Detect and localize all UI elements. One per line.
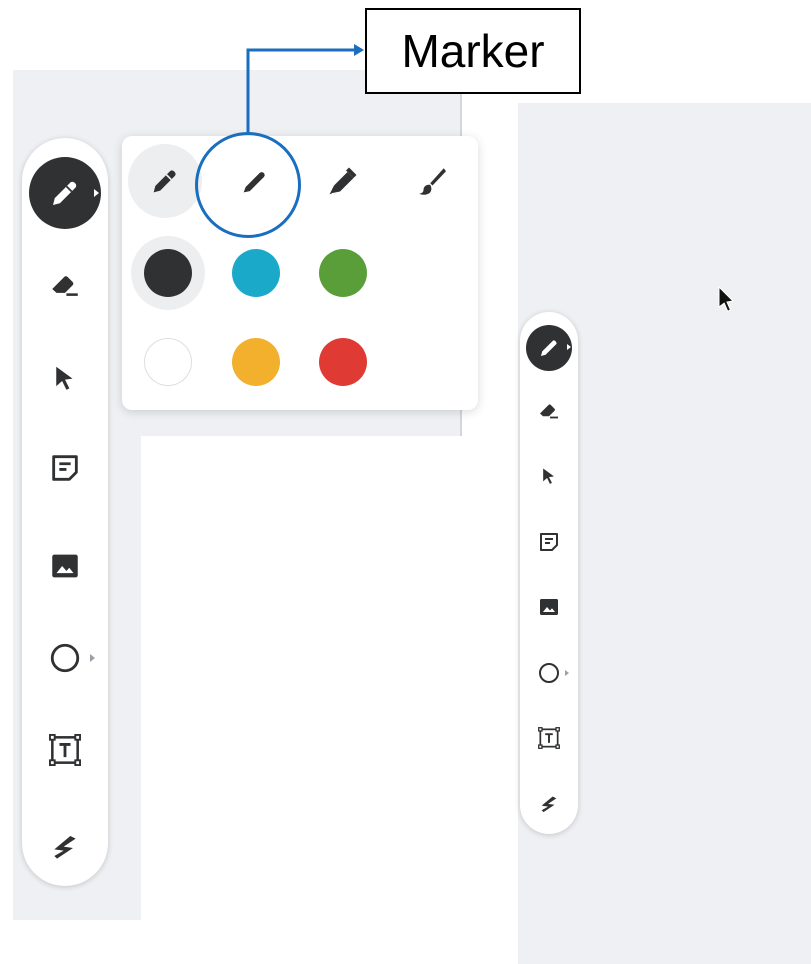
pen-icon [526,325,572,371]
sticky-note-icon [540,533,558,551]
select-tool-button[interactable] [520,456,578,496]
text-box-icon [538,727,560,749]
image-icon [540,599,558,615]
eraser-icon [540,404,558,419]
pen-tool-button[interactable] [520,322,578,374]
submenu-caret-icon [567,344,571,350]
callout-arrow [246,44,364,132]
submenu-caret-icon [565,670,569,676]
shape-tool-button[interactable] [520,653,578,693]
laser-icon [541,796,557,813]
mouse-pointer-icon [718,285,735,312]
image-tool-button[interactable] [520,587,578,627]
laser-tool-button[interactable] [520,782,578,822]
circle-icon [539,663,559,683]
toolbar-small [520,312,578,834]
cursor-icon [543,468,554,484]
text-tool-button[interactable] [520,718,578,758]
eraser-tool-button[interactable] [520,390,578,430]
callout-highlight-ring [195,132,301,238]
callout-label: Marker [365,8,581,94]
sticky-note-tool-button[interactable] [520,522,578,562]
